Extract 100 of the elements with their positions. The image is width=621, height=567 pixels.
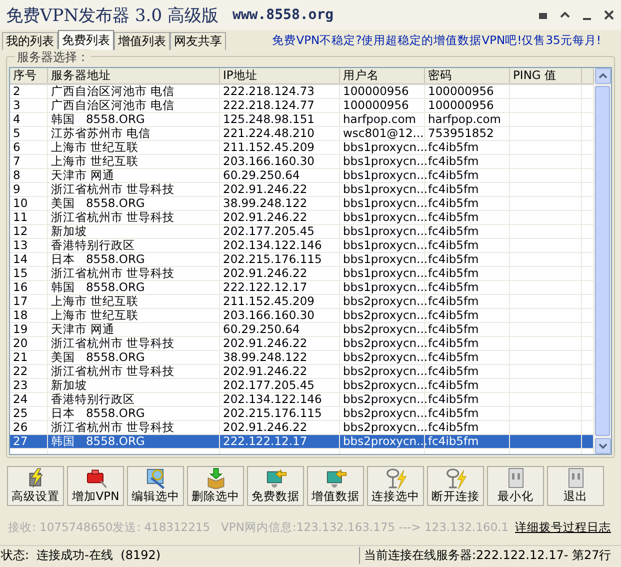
table-row[interactable]: 4 韩国 8558.ORG 125.248.98.151 harfpop.com harfpop.com <box>10 113 594 127</box>
table-cell: 美国 8558.ORG <box>48 197 220 210</box>
tab[interactable]: 免费列表 <box>58 30 114 50</box>
table-row[interactable]: 25 日本 8558.ORG 202.215.176.115 bbs2proxycn...fc4ib5fm <box>10 407 594 421</box>
close-icon[interactable] <box>603 9 615 21</box>
table-cell: 20 <box>10 337 48 350</box>
table-cell: 24 <box>10 393 48 406</box>
table-cell: 100000956 <box>340 85 425 98</box>
table-row[interactable]: 2 广西自治区河池市 电信 222.218.124.73 100000956 100000956 <box>10 85 594 99</box>
window-title: 免费VPN发布器 3.0 高级版 <box>6 4 218 26</box>
table-cell: 6 <box>10 141 48 154</box>
table-cell: 27 <box>10 435 48 448</box>
table-cell: 202.177.205.45 <box>220 379 340 392</box>
scroll-down-icon[interactable] <box>594 438 610 454</box>
table-row[interactable]: 20 浙江省杭州市 世导科技 202.91.246.22 bbs2proxycn...fc4ib5fm <box>10 337 594 351</box>
table-row[interactable]: 22 浙江省杭州市 世导科技 202.91.246.22 bbs2proxycn...fc4ib5fm <box>10 365 594 379</box>
table-cell: 江苏省苏州市 电信 <box>48 127 220 140</box>
toolbar-button[interactable]: 最小化 <box>487 466 544 506</box>
table-cell: 8 <box>10 169 48 182</box>
table-row[interactable]: 11 浙江省杭州市 世导科技 202.91.246.22 bbs1proxycn...fc4ib5fm <box>10 211 594 225</box>
table-cell: 100000956 <box>340 99 425 112</box>
table-cell: 202.215.176.115 <box>220 407 340 420</box>
table-row[interactable]: 3 广西自治区河池市 电信 222.218.124.77 100000956 100000956 <box>10 99 594 113</box>
table-row[interactable]: 13 香港特别行政区 202.134.122.146 bbs1proxycn...fc4ib5fm <box>10 239 594 253</box>
column-header[interactable]: 用户名 <box>340 68 425 83</box>
toolbar-button[interactable]: 断开连接 <box>427 466 484 506</box>
column-header[interactable]: 服务器地址 <box>48 68 220 83</box>
table-cell: 3 <box>10 99 48 112</box>
table-cell: 202.177.205.45 <box>220 225 340 238</box>
scroll-up-icon[interactable] <box>594 68 610 84</box>
tab[interactable]: 网友共享 <box>170 32 226 50</box>
table-cell: 15 <box>10 267 48 280</box>
table-row[interactable]: 6 上海市 世纪互联 211.152.45.209 bbs1proxycn...fc4ib5fm <box>10 141 594 155</box>
table-row[interactable]: 7 上海市 世纪互联 203.166.160.30 bbs1proxycn...fc4ib5fm <box>10 155 594 169</box>
table-cell: 韩国 8558.ORG <box>48 281 220 294</box>
table-cell: 60.29.250.64 <box>220 169 340 182</box>
table-cell: 222.218.124.73 <box>220 85 340 98</box>
promo-text: 免费VPN不稳定?使用超稳定的增值数据VPN吧!仅售35元每月! <box>272 32 601 48</box>
scrollbar-thumb[interactable] <box>595 86 610 436</box>
toolbar-button[interactable]: 增加VPN <box>67 466 124 506</box>
table-cell: 香港特别行政区 <box>48 393 220 406</box>
table-row[interactable]: 14 日本 8558.ORG 202.215.176.115 bbs1proxycn...fc4ib5fm <box>10 253 594 267</box>
table-row[interactable]: 16 韩国 8558.ORG 222.122.12.17 bbs1proxycn...fc4ib5fm <box>10 281 594 295</box>
toolbar-button[interactable]: 增值数据 <box>307 466 364 506</box>
table-cell: 23 <box>10 379 48 392</box>
table-cell: 202.134.122.146 <box>220 393 340 406</box>
table-cell: 广西自治区河池市 电信 <box>48 99 220 112</box>
table-cell: 韩国 8558.ORG <box>48 435 220 448</box>
table-cell: 202.91.246.22 <box>220 421 340 434</box>
table-cell: 天津市 网通 <box>48 323 220 336</box>
dial-log-link[interactable]: 详细拨号过程日志 <box>515 520 611 534</box>
server-status-text: 当前连接在线服务器:222.122.12.17- 第27行 <box>363 547 612 564</box>
table-row[interactable]: 8 天津市 网通 60.29.250.64 bbs1proxycn...fc4ib5fm <box>10 169 594 183</box>
website-url: www.8558.org <box>232 7 334 23</box>
table-cell: 香港特别行政区 <box>48 239 220 252</box>
column-header[interactable]: IP地址 <box>220 68 340 83</box>
table-cell: 203.166.160.30 <box>220 309 340 322</box>
table-cell: 19 <box>10 323 48 336</box>
table-cell: 浙江省杭州市 世导科技 <box>48 337 220 350</box>
table-cell: 38.99.248.122 <box>220 351 340 364</box>
tab[interactable]: 增值列表 <box>114 32 170 50</box>
table-row[interactable]: 24 香港特别行政区 202.134.122.146 bbs2proxycn...fc4ib5fm <box>10 393 594 407</box>
table-cell: 26 <box>10 421 48 434</box>
table-cell: 222.122.12.17 <box>220 281 340 294</box>
table-row[interactable]: 18 上海市 世纪互联 203.166.160.30 bbs2proxycn...fc4ib5fm <box>10 309 594 323</box>
tab[interactable]: 我的列表 <box>2 32 58 50</box>
table-cell: 202.91.246.22 <box>220 211 340 224</box>
table-cell: 上海市 世纪互联 <box>48 309 220 322</box>
table-row[interactable]: 19 天津市 网通 60.29.250.64 bbs2proxycn...fc4ib5fm <box>10 323 594 337</box>
table-cell: 202.91.246.22 <box>220 267 340 280</box>
table-cell: 浙江省杭州市 世导科技 <box>48 183 220 196</box>
toolbar-button[interactable]: 退出 <box>547 466 604 506</box>
table-cell: 浙江省杭州市 世导科技 <box>48 267 220 280</box>
toolbar-button[interactable]: 连接选中 <box>367 466 424 506</box>
toolbar-button[interactable]: 高级设置 <box>7 466 64 506</box>
toolbar-button[interactable]: 编辑选中 <box>127 466 184 506</box>
toolbar-button[interactable]: 免费数据 <box>247 466 304 506</box>
table-cell: 韩国 8558.ORG <box>48 113 220 126</box>
table-row[interactable]: 5 江苏省苏州市 电信 221.224.48.210 wsc801@12... 753951852 <box>10 127 594 141</box>
toolbar-button[interactable]: 删除选中 <box>187 466 244 506</box>
column-header[interactable]: 密码 <box>425 68 510 83</box>
table-cell: 13 <box>10 239 48 252</box>
status-text: 状态: 连接成功-在线 (8192) <box>0 547 360 564</box>
table-row[interactable]: 15 浙江省杭州市 世导科技 202.91.246.22 bbs1proxycn...fc4ib5fm <box>10 267 594 281</box>
table-row[interactable]: 21 美国 8558.ORG 38.99.248.122 bbs2proxycn...fc4ib5fm <box>10 351 594 365</box>
table-row[interactable]: 17 上海市 世纪互联 211.152.45.209 bbs2proxycn...fc4ib5fm <box>10 295 594 309</box>
table-cell: wsc801@12... <box>340 127 425 140</box>
table-cell: 10 <box>10 197 48 210</box>
table-cell: 202.91.246.22 <box>220 337 340 350</box>
table-row[interactable]: 23 新加坡 202.177.205.45 bbs2proxycn...fc4ib5fm <box>10 379 594 393</box>
table-row[interactable]: 10 美国 8558.ORG 38.99.248.122 bbs1proxycn...fc4ib5fm <box>10 197 594 211</box>
table-cell: 广西自治区河池市 电信 <box>48 85 220 98</box>
table-cell: 211.152.45.209 <box>220 141 340 154</box>
traffic-info: 接收: 1075748650发送: 418312215 VPN网内信息:123.132.163.175 ---> 123.132.160.1 <box>8 520 509 534</box>
column-header[interactable]: 序号 <box>10 68 48 83</box>
table-cell: 日本 8558.ORG <box>48 407 220 420</box>
table-row[interactable]: 9 浙江省杭州市 世导科技 202.91.246.22 bbs1proxycn...fc4ib5fm <box>10 183 594 197</box>
table-row[interactable]: 12 新加坡 202.177.205.45 bbs1proxycn...fc4ib5fm <box>10 225 594 239</box>
column-header[interactable]: PING 值 <box>510 68 582 83</box>
table-cell: 22 <box>10 365 48 378</box>
